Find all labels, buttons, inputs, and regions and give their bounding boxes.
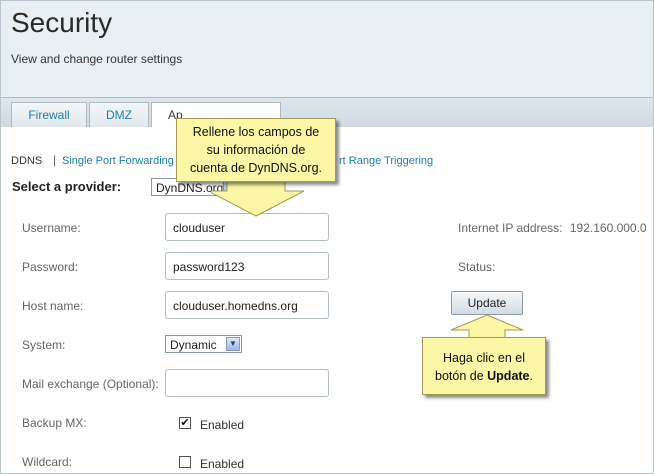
system-label: System: — [22, 338, 66, 352]
subnav-link-single-port-forwarding[interactable]: Single Port Forwarding — [62, 155, 174, 167]
callout-fill-fields: Rellene los campos de su información de … — [176, 118, 336, 182]
wildcard-checkbox[interactable] — [179, 456, 191, 468]
callout-update-suffix: . — [529, 369, 533, 383]
chevron-down-icon: ▼ — [226, 337, 240, 351]
tab-dmz[interactable]: DMZ — [89, 102, 149, 128]
backup-mx-enabled-label: Enabled — [200, 418, 245, 432]
password-field[interactable]: password123 — [165, 252, 329, 280]
hostname-field[interactable]: clouduser.homedns.org — [165, 291, 329, 319]
subnav-link-port-range-triggering[interactable]: rt Range Triggering — [339, 155, 433, 167]
callout-update-bold: Update — [487, 369, 530, 383]
username-label: Username: — [22, 221, 81, 235]
provider-label: Select a provider: — [12, 179, 122, 194]
page-subtitle: View and change router settings — [11, 52, 183, 66]
callout-fill-fields-line2: su información de — [206, 143, 306, 157]
page-header: Security View and change router settings — [1, 1, 653, 97]
router-page: Security View and change router settings… — [0, 0, 654, 474]
wildcard-label: Wildcard: — [22, 455, 73, 469]
wildcard-enabled-label: Enabled — [200, 457, 245, 471]
internet-ip-label: Internet IP address: 192.160.000.0 — [458, 221, 647, 235]
callout-update-hint: Haga clic en el botón de Update. — [422, 337, 546, 395]
hostname-label: Host name: — [22, 299, 84, 313]
internet-ip-value: 192.160.000.0 — [569, 221, 647, 235]
callout-fill-fields-line1: Rellene los campos de — [192, 125, 320, 139]
system-select-value: Dynamic — [170, 338, 217, 352]
mail-exchange-label: Mail exchange (Optional): — [22, 377, 159, 391]
system-select[interactable]: Dynamic ▼ — [165, 335, 242, 353]
callout-update-line2: botón de Update. — [423, 367, 545, 385]
page-title: Security — [11, 7, 113, 38]
update-button[interactable]: Update — [451, 291, 523, 315]
backup-mx-checkbox[interactable]: ✔ — [179, 417, 191, 429]
callout-arrow-down-icon — [211, 179, 305, 217]
status-label: Status: — [458, 260, 496, 274]
callout-fill-fields-line3: cuenta de DynDNS.org. — [189, 161, 322, 175]
subnav-separator: | — [53, 153, 57, 167]
backup-mx-label: Backup MX: — [22, 416, 87, 430]
subnav-current-ddns: DDNS — [11, 155, 43, 167]
password-label: Password: — [22, 260, 79, 274]
callout-update-prefix: botón de — [435, 369, 488, 383]
callout-update-line1: Haga clic en el — [443, 351, 525, 365]
tab-firewall[interactable]: Firewall — [11, 102, 87, 128]
mail-exchange-field[interactable] — [165, 369, 329, 397]
checkmark-icon: ✔ — [180, 417, 190, 429]
internet-ip-caption: Internet IP address: — [458, 221, 563, 235]
